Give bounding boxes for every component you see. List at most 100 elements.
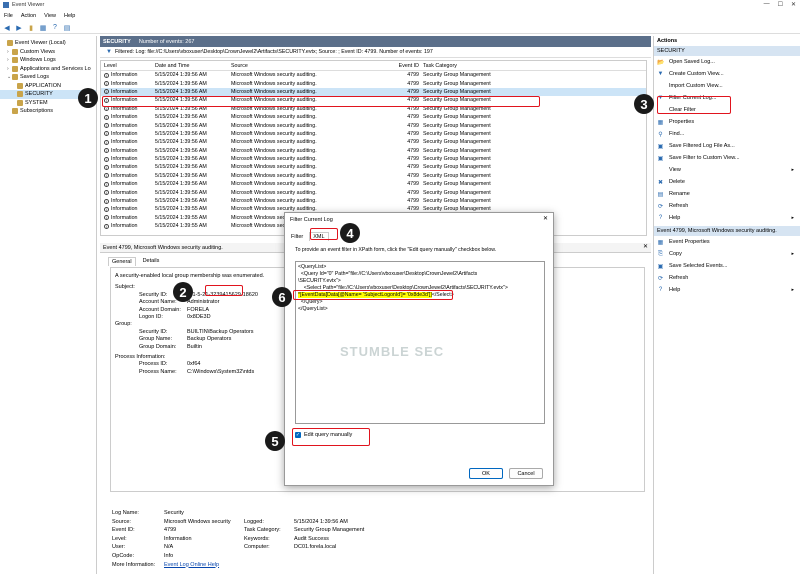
cell-text: 5/15/2024 1:39:56 AM — [155, 122, 207, 129]
column-header-event-id[interactable]: Event ID — [393, 63, 423, 69]
tab-details[interactable]: Details — [140, 257, 163, 266]
event-cell-level: i Information — [101, 164, 155, 170]
action-properties[interactable]: ▦ Properties — [654, 116, 800, 128]
event-row[interactable]: i Information 5/15/2024 1:39:56 AM Microsof… — [101, 79, 646, 87]
ok-button[interactable]: OK — [469, 468, 503, 479]
callout-5: 5 — [265, 431, 285, 451]
tab-general[interactable]: General — [108, 257, 136, 266]
folder-icon: 📂 — [657, 59, 665, 66]
close-icon[interactable]: ✕ — [643, 243, 648, 250]
cell-text: Information — [111, 130, 138, 137]
action-help[interactable]: ? Help ▸ — [654, 212, 800, 224]
menu-file[interactable]: File — [4, 13, 13, 19]
panel-icon[interactable]: ▤ — [63, 24, 71, 32]
menu-view[interactable]: View — [44, 13, 56, 19]
column-header-task-category[interactable]: Task Category — [423, 63, 543, 69]
minimize-button[interactable]: — — [764, 1, 770, 8]
tree-item-saved-logs[interactable]: ⌄ Saved Logs — [0, 73, 96, 82]
tree-item-applications-and-services-lo[interactable]: › Applications and Services Lo — [0, 65, 96, 74]
cell-text: Information — [111, 156, 138, 163]
cell-text: 4799 — [407, 139, 419, 146]
event-cell-source: Microsoft Windows security auditing. — [231, 114, 393, 120]
summary-value: Security — [164, 510, 184, 516]
forward-icon[interactable]: ▶ — [15, 24, 23, 32]
action-open-saved-log[interactable]: 📂 Open Saved Log... — [654, 56, 800, 68]
annotation-box-edit-query — [292, 428, 370, 446]
action-help[interactable]: ? Help ▸ — [654, 284, 800, 296]
tree-item-subscriptions[interactable]: Subscriptions — [0, 107, 96, 116]
event-row[interactable]: i Information 5/15/2024 1:39:56 AM Microsof… — [101, 180, 646, 188]
cell-text: Security Group Management — [423, 72, 491, 79]
tree-item-label: Windows Logs — [20, 57, 56, 64]
field-label: Security ID: — [139, 328, 168, 335]
toolbar: ◀ ▶ ▮ ▦ ? ▤ — [0, 22, 800, 34]
dialog-close-icon[interactable]: ✕ — [543, 215, 548, 222]
back-icon[interactable]: ◀ — [3, 24, 11, 32]
maximize-button[interactable]: ☐ — [778, 1, 783, 8]
event-row[interactable]: i Information 5/15/2024 1:39:56 AM Microsof… — [101, 113, 646, 121]
event-cell-level: i Information — [101, 190, 155, 196]
action-rename[interactable]: ▤ Rename — [654, 188, 800, 200]
event-cell-task-category: Security Group Management — [423, 164, 543, 170]
cancel-button[interactable]: Cancel — [509, 468, 543, 479]
event-cell-level: i Information — [101, 81, 155, 87]
summary-row: Source: Microsoft Windows security Logged:… — [112, 518, 647, 527]
event-row[interactable]: i Information 5/15/2024 1:39:56 AM Microsof… — [101, 197, 646, 205]
action-label: Refresh — [669, 203, 689, 209]
action-import-custom-view[interactable]: Import Custom View... — [654, 80, 800, 92]
action-find[interactable]: ⚲ Find... — [654, 128, 800, 140]
filter-description: Filtered: Log: file://C:\Users\vboxuser\… — [114, 49, 433, 55]
callout-3: 3 — [634, 94, 654, 114]
event-row[interactable]: i Information 5/15/2024 1:39:56 AM Microsof… — [101, 71, 646, 79]
action-create-custom-view[interactable]: ▼ Create Custom View... — [654, 68, 800, 80]
actions-section-event[interactable]: Event 4799, Microsoft Windows security a… — [654, 226, 800, 236]
cell-text: Security Group Management — [423, 164, 491, 171]
tree-item-windows-logs[interactable]: › Windows Logs — [0, 56, 96, 65]
cell-text: Information — [111, 189, 138, 196]
event-row[interactable]: i Information 5/15/2024 1:39:56 AM Microsof… — [101, 121, 646, 129]
event-row[interactable]: i Information 5/15/2024 1:39:56 AM Microsof… — [101, 138, 646, 146]
properties-icon[interactable]: ▦ — [39, 24, 47, 32]
menu-help[interactable]: Help — [64, 13, 75, 19]
cell-text: Microsoft Windows security auditing. — [231, 156, 317, 163]
cell-text: Microsoft Windows security auditing. — [231, 198, 317, 205]
actions-section-security[interactable]: SECURITY — [654, 46, 800, 56]
column-header-source[interactable]: Source — [231, 63, 393, 69]
find-icon: ⚲ — [658, 131, 663, 138]
action-refresh[interactable]: ⟳ Refresh — [654, 272, 800, 284]
event-row[interactable]: i Information 5/15/2024 1:39:56 AM Microsof… — [101, 147, 646, 155]
column-header-level[interactable]: Level — [101, 63, 155, 69]
field-value: Administrator — [187, 299, 220, 306]
event-row[interactable]: i Information 5/15/2024 1:39:56 AM Microsof… — [101, 130, 646, 138]
event-cell-task-category: Security Group Management — [423, 131, 543, 137]
event-row[interactable]: i Information 5/15/2024 1:39:56 AM Microsof… — [101, 155, 646, 163]
event-row[interactable]: i Information 5/15/2024 1:39:56 AM Microsof… — [101, 163, 646, 171]
folder-icon[interactable]: ▮ — [27, 24, 35, 32]
copy-icon: ⎘ — [658, 250, 663, 257]
online-help-link[interactable]: Event Log Online Help — [164, 561, 284, 570]
action-event-properties[interactable]: ▦ Event Properties — [654, 236, 800, 248]
cell-text: Information — [111, 206, 138, 213]
tree-item-event-viewer-local-[interactable]: Event Viewer (Local) — [0, 39, 96, 48]
action-save-filtered-log-file-as[interactable]: ▣ Save Filtered Log File As... — [654, 140, 800, 152]
event-row[interactable]: i Information 5/15/2024 1:39:56 AM Microsof… — [101, 87, 646, 97]
close-window-button[interactable]: ✕ — [791, 1, 796, 8]
column-header-date-and-time[interactable]: Date and Time — [155, 63, 231, 69]
action-copy[interactable]: ⎘ Copy ▸ — [654, 248, 800, 260]
help-icon[interactable]: ? — [51, 24, 59, 32]
cell-text: 5/15/2024 1:39:56 AM — [155, 80, 207, 87]
dialog-tab-filter[interactable]: Filter — [291, 234, 303, 240]
annotation-box-selected-event — [102, 96, 540, 107]
action-refresh[interactable]: ⟳ Refresh — [654, 200, 800, 212]
action-view[interactable]: View ▸ — [654, 164, 800, 176]
event-row[interactable]: i Information 5/15/2024 1:39:56 AM Microsof… — [101, 172, 646, 180]
action-delete[interactable]: ✖ Delete — [654, 176, 800, 188]
actions-list-log: 📂 Open Saved Log... ▼ Create Custom View...… — [654, 56, 800, 224]
event-row[interactable]: i Information 5/15/2024 1:39:56 AM Microsof… — [101, 188, 646, 196]
xml-query-editor[interactable]: <QueryList> <Query Id="0" Path="file://C… — [295, 261, 545, 424]
action-save-selected-events[interactable]: ▣ Save Selected Events... — [654, 260, 800, 272]
tree-item-custom-views[interactable]: › Custom Views — [0, 48, 96, 57]
event-cell-date-and-time: 5/15/2024 1:39:56 AM — [155, 72, 231, 78]
menu-action[interactable]: Action — [21, 13, 36, 19]
action-save-filter-to-custom-view[interactable]: ▣ Save Filter to Custom View... — [654, 152, 800, 164]
